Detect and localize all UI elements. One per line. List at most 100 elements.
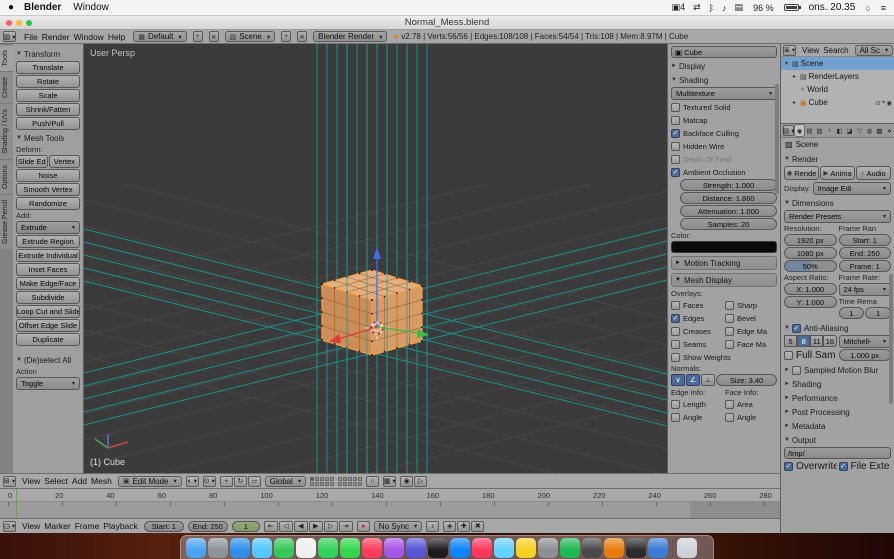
bluetooth-icon[interactable]: ᛒ — [709, 3, 714, 13]
volume-icon[interactable]: ♪ — [722, 3, 727, 13]
frame-range-field[interactable]: Frame: 1 — [838, 260, 891, 272]
checkbox[interactable] — [671, 167, 680, 177]
editor-type-icon[interactable]: ▥ — [3, 31, 16, 42]
vertex-normals-icon[interactable]: ∨ — [671, 374, 685, 386]
shading-checkbox-row[interactable]: Ambient Occlusion — [671, 166, 777, 178]
next-keyframe-button[interactable]: ▷ — [323, 520, 338, 532]
sampled-motion-blur-checkbox[interactable] — [791, 365, 801, 375]
jump-to-start-button[interactable]: ⇤ — [263, 520, 278, 532]
checkbox[interactable] — [838, 461, 848, 471]
transform-panel-header[interactable]: Transform — [16, 48, 80, 60]
tool-button[interactable]: Duplicate — [16, 333, 80, 346]
window-minimize-button[interactable] — [16, 20, 22, 26]
overlay-checkbox-row[interactable]: Bevel — [725, 312, 777, 324]
normals-size-slider[interactable]: Size: 3.40 — [716, 374, 777, 386]
tool-button[interactable]: Extrude Region — [16, 235, 80, 248]
dock-app-icon[interactable] — [582, 537, 602, 558]
time-remap-field[interactable]: 1 — [838, 307, 865, 319]
display-icon[interactable]: ▤ — [735, 2, 744, 13]
checkbox[interactable] — [725, 300, 734, 310]
shading-checkbox-row[interactable]: Backface Culling — [671, 127, 777, 139]
edge-info-checkbox-row[interactable]: Angle — [671, 411, 723, 423]
mode-select[interactable]: ▣ Edit Mode — [117, 475, 182, 487]
dock-preferences-icon[interactable] — [538, 537, 558, 558]
tool-button[interactable]: Slide Ed — [16, 155, 48, 168]
viewport-shading-select[interactable]: ◐ — [185, 475, 199, 487]
collapsed-panel-header[interactable]: Shading — [784, 378, 891, 390]
checkbox[interactable] — [725, 412, 734, 422]
ao-value-slider[interactable]: Attenuation: 1.000 — [680, 205, 777, 217]
tool-button[interactable]: Shrink/Fatten — [16, 103, 80, 116]
dock-spotify-icon[interactable] — [560, 537, 580, 558]
ao-value-slider[interactable]: Distance: 1.860 — [680, 192, 777, 204]
window-zoom-button[interactable] — [26, 20, 32, 26]
aa-samples-button[interactable]: 8 — [797, 335, 811, 347]
current-frame-field[interactable]: 1 — [231, 520, 260, 532]
tab-particles[interactable]: ∗ — [885, 125, 894, 136]
checkbox[interactable] — [671, 352, 680, 362]
dock-mail-icon[interactable] — [252, 537, 272, 558]
renderability-icon[interactable]: ◉ — [886, 99, 892, 107]
mesh-display-panel-header[interactable]: Mesh Display — [671, 273, 777, 287]
sync-mode-select[interactable]: No Sync — [373, 520, 423, 532]
tab-object-data[interactable]: ▽ — [855, 125, 864, 136]
tab-texture[interactable]: ▩ — [875, 125, 884, 136]
checkbox[interactable] — [725, 326, 734, 336]
tab-render-layers[interactable]: ▤ — [805, 125, 814, 136]
editor-type-icon[interactable]: ▤ — [783, 125, 794, 136]
toolshelf-tab[interactable]: Tools — [0, 44, 13, 72]
frame-range-field[interactable]: Start: 1 — [838, 234, 891, 246]
viewport-menu-item[interactable]: Select — [42, 476, 70, 486]
render-opengl-icon[interactable]: ◉ — [400, 475, 414, 487]
render-opengl-anim-icon[interactable]: ▷ — [414, 475, 428, 487]
aa-samples-button[interactable]: 16 — [823, 335, 837, 347]
add-layout-button[interactable]: + — [192, 31, 203, 42]
viewport-menu-item[interactable]: Add — [70, 476, 89, 486]
outliner-row[interactable]: ▸ ▣ Cube ⊙ ⌖ ◉ — [781, 96, 894, 109]
manipulator-rotate-icon[interactable]: ↻ — [233, 475, 247, 487]
aa-pixel-size-field[interactable]: 1.000 px — [838, 349, 891, 361]
manipulator-scale-icon[interactable]: ▱ — [247, 475, 261, 487]
frame-range-field[interactable]: End: 250 — [838, 247, 891, 259]
delete-scene-button[interactable]: ✕ — [297, 31, 308, 42]
tool-button[interactable]: Rotate — [16, 75, 80, 88]
outliner-row[interactable]: ▸ ▤ RenderLayers — [781, 70, 894, 83]
sampled-motion-blur-panel-header[interactable]: Sampled Motion Blur — [784, 364, 891, 376]
shading-checkbox-row[interactable]: Hidden Wire — [671, 140, 777, 152]
info-menu-item[interactable]: Render — [40, 32, 72, 42]
output-checkbox-row[interactable]: File Exte — [838, 460, 892, 472]
dock-safari-icon[interactable] — [230, 537, 250, 558]
face-normals-icon[interactable]: ⊥ — [701, 374, 715, 386]
menubar-item[interactable]: Window — [71, 2, 111, 13]
properties-scrollbar[interactable] — [889, 274, 893, 404]
shading-panel-header[interactable]: Shading — [671, 74, 777, 86]
dock-blender-icon[interactable] — [604, 537, 624, 558]
display-panel-header[interactable]: Display — [671, 60, 777, 72]
current-frame-playhead[interactable] — [16, 489, 17, 518]
resolution-field[interactable]: 50% — [784, 260, 837, 272]
app-menu[interactable]: Blender — [24, 2, 61, 13]
checkbox[interactable] — [671, 141, 680, 151]
tool-button[interactable]: Randomize — [16, 197, 80, 210]
dock-trash-icon[interactable] — [677, 537, 697, 558]
motion-tracking-panel-header[interactable]: Motion Tracking — [671, 256, 777, 270]
tab-object[interactable]: ◧ — [835, 125, 844, 136]
render-audio-button[interactable]: ♪ Audio — [856, 166, 891, 180]
snap-element-select[interactable]: ▦ — [383, 475, 397, 487]
outliner-menu-item[interactable]: View — [800, 46, 821, 55]
loop-normals-icon[interactable]: ∠ — [686, 374, 700, 386]
shading-mode-select[interactable]: Multitexture — [671, 87, 777, 100]
spotlight-icon[interactable]: ○ — [865, 3, 870, 13]
tool-button[interactable]: Make Edge/Face — [16, 277, 80, 290]
tool-button[interactable]: Inset Faces — [16, 263, 80, 276]
tool-button[interactable]: Noise — [16, 169, 80, 182]
jump-to-end-button[interactable]: ⇥ — [338, 520, 353, 532]
toolshelf-tab[interactable]: Grease Pencil — [0, 194, 13, 250]
snap-magnet-icon[interactable]: ∩ — [366, 475, 380, 487]
checkbox[interactable] — [671, 128, 680, 138]
npanel-scrollbar[interactable] — [775, 84, 779, 194]
aspect-field[interactable]: X: 1.000 — [784, 283, 837, 295]
screen-layout-select[interactable]: ▦ Default — [133, 31, 187, 42]
apple-menu-icon[interactable]: ● — [8, 2, 14, 13]
audio-scrubbing-icon[interactable]: ♪ — [426, 520, 440, 532]
